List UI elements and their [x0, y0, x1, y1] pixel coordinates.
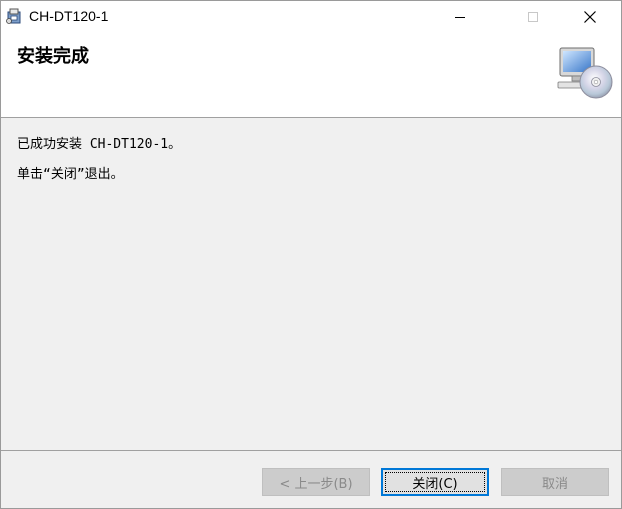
message-area: 已成功安装 CH-DT120-1。 单击“关闭”退出。: [17, 137, 607, 183]
instruction-message: 单击“关闭”退出。: [17, 167, 124, 182]
close-button[interactable]: 关闭(C): [381, 468, 489, 496]
header-banner: 安装完成: [1, 32, 621, 118]
back-button-label: < 上一步(B): [279, 476, 353, 492]
installer-package-icon: [6, 8, 21, 24]
maximize-icon: [528, 11, 538, 22]
back-button[interactable]: < 上一步(B): [262, 468, 370, 496]
cancel-button[interactable]: 取消: [501, 468, 609, 496]
close-button-label: 关闭(C): [412, 476, 458, 492]
window-title: CH-DT120-1: [29, 8, 109, 24]
close-window-button[interactable]: [567, 1, 613, 32]
minimize-icon: [455, 16, 465, 18]
maximize-button[interactable]: [510, 1, 556, 32]
footer-divider: [1, 450, 621, 451]
title-bar[interactable]: CH-DT120-1: [1, 1, 621, 32]
close-icon: [584, 10, 596, 23]
cancel-button-label: 取消: [541, 476, 568, 492]
page-title: 安装完成: [17, 46, 89, 67]
minimize-button[interactable]: [437, 1, 483, 32]
installer-window: CH-DT120-1 安装完成 已成功安装 CH-DT120-1。 单击“关闭”…: [0, 0, 622, 509]
success-message: 已成功安装 CH-DT120-1。: [17, 137, 182, 152]
computer-with-cd-icon: [557, 47, 613, 99]
